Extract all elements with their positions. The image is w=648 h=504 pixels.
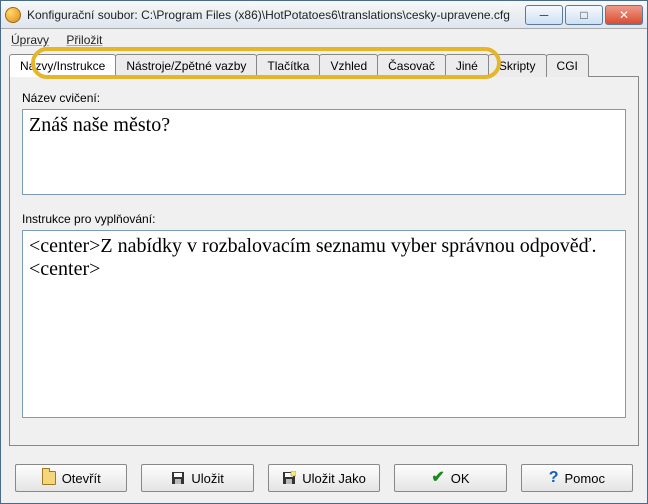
window-buttons: ─ □ ✕ [523,5,643,25]
close-button[interactable]: ✕ [605,5,643,25]
ok-button[interactable]: ✔ OK [394,464,506,492]
ok-button-label: OK [451,471,470,486]
tab-buttons[interactable]: Tlačítka [256,54,320,77]
app-icon [5,7,21,23]
tab-timer[interactable]: Časovač [377,54,446,77]
minimize-button[interactable]: ─ [525,5,563,25]
save-button[interactable]: Uložit [141,464,253,492]
tab-cgi[interactable]: CGI [546,54,589,77]
tab-tools-feedback[interactable]: Nástroje/Zpětné vazby [115,54,257,77]
save-as-icon [282,471,296,485]
open-button[interactable]: Otevřít [15,464,127,492]
save-icon [171,471,185,485]
button-bar: Otevřít Uložit Uložit Jako ✔ OK ? Pomoc [1,454,647,502]
exercise-title-input[interactable] [22,109,626,195]
help-button-label: Pomoc [564,471,604,486]
folder-open-icon [42,471,56,485]
tab-strip: Názvy/Instrukce Nástroje/Zpětné vazby Tl… [9,53,639,76]
instructions-label: Instrukce pro vyplňování: [22,212,626,226]
tab-titles-instructions[interactable]: Názvy/Instrukce [9,54,116,77]
window-title: Konfigurační soubor: C:\Program Files (x… [27,8,523,22]
tab-appearance[interactable]: Vzhled [319,54,378,77]
content-area: Názvy/Instrukce Nástroje/Zpětné vazby Tl… [1,49,647,454]
titlebar: Konfigurační soubor: C:\Program Files (x… [1,1,647,29]
menu-edit[interactable]: Úpravy [11,33,49,47]
help-icon: ? [549,471,559,485]
help-button[interactable]: ? Pomoc [521,464,633,492]
save-as-button[interactable]: Uložit Jako [268,464,380,492]
open-button-label: Otevřít [62,471,101,486]
menu-insert[interactable]: Přiložit [66,33,102,47]
window-frame: Konfigurační soubor: C:\Program Files (x… [0,0,648,504]
tab-other[interactable]: Jiné [445,54,489,77]
menubar: Úpravy Přiložit [1,29,647,49]
check-icon: ✔ [431,471,444,485]
tab-scripts[interactable]: Skripty [488,54,547,77]
save-as-button-label: Uložit Jako [302,471,366,486]
tab-panel: Název cvičení: Instrukce pro vyplňování: [9,76,639,446]
instructions-input[interactable] [22,230,626,418]
save-button-label: Uložit [191,471,224,486]
maximize-button[interactable]: □ [565,5,603,25]
exercise-title-label: Název cvičení: [22,91,626,105]
